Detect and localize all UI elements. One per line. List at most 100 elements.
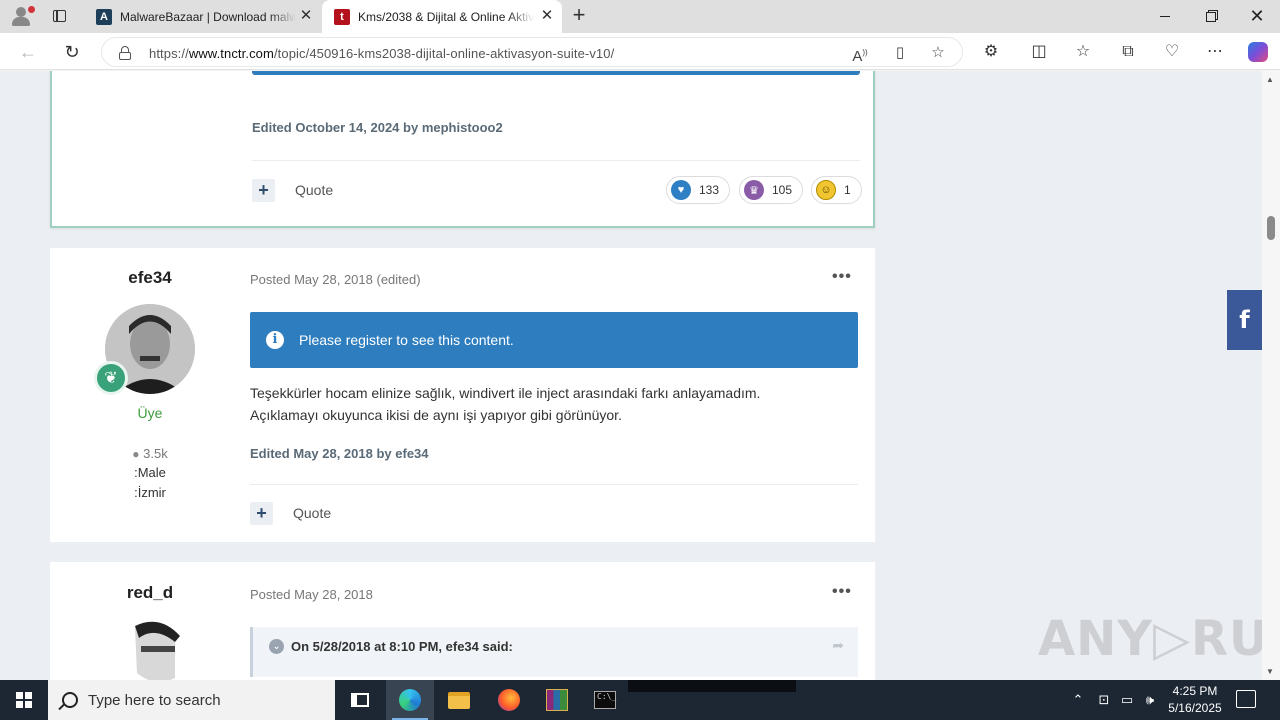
tab-tnctr-active[interactable]: t Kms/2038 & Dijital & Online Aktivasyon… [322, 0, 562, 33]
taskbar-edge[interactable] [386, 680, 434, 720]
taskbar-file-explorer[interactable] [435, 680, 483, 720]
facebook-share-button[interactable]: f [1227, 290, 1262, 350]
tab-actions-icon[interactable] [48, 6, 70, 26]
task-view-icon [351, 693, 369, 707]
avatar-photo [105, 618, 195, 680]
reaction-like[interactable]: ♥ 133 [666, 176, 731, 204]
browser-tab-strip: A MalwareBazaar | Download malware sampl… [0, 0, 1280, 33]
tnctr-favicon-icon: t [334, 8, 350, 25]
taskbar-cmd[interactable]: C:\_ [581, 680, 629, 720]
quote-block: ⌄ On 5/28/2018 at 8:10 PM, efe34 said: ➦ [250, 627, 858, 677]
taskbar-overlay-strip [628, 680, 796, 692]
windows-taskbar: Type here to search C:\_ ⌃ ⊡ ▭ 🕪 4:25 PM… [0, 680, 1280, 720]
immersive-reader-icon[interactable]: ▯ [890, 43, 910, 63]
search-icon [62, 692, 78, 708]
profile-avatar-icon[interactable] [8, 4, 35, 28]
network-icon[interactable]: ▭ [1117, 680, 1137, 720]
member-rank: Üye [137, 405, 163, 421]
network-device-icon[interactable]: ⊡ [1094, 680, 1114, 720]
page-scrollbar[interactable]: ▲ ▼ [1262, 71, 1280, 680]
reaction-count: 105 [772, 183, 793, 197]
url-text[interactable]: https://www.tnctr.com/topic/450916-kms20… [149, 46, 614, 61]
terminal-icon: C:\_ [594, 691, 616, 709]
reaction-trophy[interactable]: ♛ 105 [739, 176, 804, 204]
tab-malwarebazaar[interactable]: A MalwareBazaar | Download malware sampl… [84, 0, 321, 33]
share-arrow-icon[interactable]: ➦ [832, 637, 844, 654]
restore-window-button[interactable] [1188, 0, 1234, 33]
new-tab-plus-icon[interactable]: + [568, 4, 590, 27]
edge-icon [399, 689, 421, 711]
author-name[interactable]: red_d [50, 583, 250, 603]
chevron-down-icon[interactable]: ⌄ [269, 639, 284, 654]
read-aloud-icon[interactable]: A)) [850, 43, 870, 65]
forum-post: red_d Posted May 28, 2018 ••• ⌄ On 5/28/… [50, 562, 875, 680]
register-notice: i Please register to see this content. [250, 312, 858, 368]
scroll-up-arrow-icon[interactable]: ▲ [1266, 75, 1274, 84]
anyrun-watermark: ANY▷RUN [1038, 611, 1262, 667]
show-hidden-icons-chevron-icon[interactable]: ⌃ [1068, 680, 1088, 720]
browser-toolbar: ← ↻ https://www.tnctr.com/topic/450916-k… [0, 33, 1280, 70]
address-bar[interactable]: https://www.tnctr.com/topic/450916-kms20… [101, 37, 963, 67]
page-viewport: Edited October 14, 2024 by mephistooo2 +… [0, 71, 1262, 680]
copilot-icon[interactable] [1248, 42, 1268, 62]
notification-center-icon[interactable] [1236, 690, 1256, 708]
post-count: ● 3.5k [132, 446, 168, 461]
post-body-line: Açıklamayı okuyunca ikisi de aynı işi ya… [250, 407, 622, 423]
close-tab-icon[interactable]: ✕ [540, 8, 554, 23]
reaction-count: 133 [699, 183, 720, 197]
firefox-icon [498, 689, 520, 711]
post-date: Posted May 28, 2018 [250, 587, 373, 602]
taskbar-winrar[interactable] [533, 680, 581, 720]
clock-time: 4:25 PM [1172, 684, 1218, 698]
coin-icon: ☺ [816, 180, 836, 200]
split-screen-icon[interactable]: ◫ [1028, 41, 1050, 63]
browser-essentials-icon[interactable]: ♡ [1161, 41, 1183, 63]
favorite-star-icon[interactable]: ☆ [928, 43, 948, 63]
taskbar-clock[interactable]: 4:25 PM 5/16/2025 [1160, 683, 1230, 717]
post-divider [250, 484, 858, 485]
info-icon: i [266, 331, 284, 349]
multiquote-plus-button[interactable]: + [252, 179, 275, 202]
minimize-window-button[interactable] [1142, 0, 1188, 33]
edited-note: Edited October 14, 2024 by mephistooo2 [252, 120, 503, 135]
post-options-icon[interactable]: ••• [832, 583, 852, 601]
windows-logo-icon [16, 692, 32, 708]
leaf-rank-badge-icon: ❦ [94, 361, 128, 395]
forum-post: Edited October 14, 2024 by mephistooo2 +… [50, 71, 875, 228]
reload-icon[interactable]: ↻ [59, 39, 85, 65]
collections-icon[interactable]: ⧉ [1117, 41, 1139, 63]
back-arrow-icon[interactable]: ← [15, 39, 41, 65]
lock-icon[interactable] [119, 46, 131, 60]
reaction-count: 1 [844, 183, 851, 197]
author-location: :İzmir [134, 485, 166, 500]
post-date: Posted May 28, 2018 (edited) [250, 272, 421, 287]
author-name[interactable]: efe34 [50, 268, 250, 288]
like-heart-icon: ♥ [671, 180, 691, 200]
chat-bubble-icon: ● [132, 447, 140, 461]
taskbar-firefox[interactable] [485, 680, 533, 720]
settings-more-icon[interactable]: ⋯ [1204, 41, 1226, 63]
taskbar-search-box[interactable]: Type here to search [48, 680, 335, 720]
tab-title: Kms/2038 & Dijital & Online Aktivasyon S… [358, 9, 534, 24]
volume-icon[interactable]: 🕪 [1140, 680, 1160, 720]
favorites-icon[interactable]: ☆ [1072, 41, 1094, 63]
scroll-down-arrow-icon[interactable]: ▼ [1266, 667, 1274, 676]
scroll-thumb[interactable] [1267, 216, 1275, 240]
quote-header[interactable]: ⌄ On 5/28/2018 at 8:10 PM, efe34 said: [269, 639, 513, 654]
quote-button[interactable]: Quote [295, 182, 333, 198]
trophy-icon: ♛ [744, 180, 764, 200]
avatar[interactable] [105, 618, 195, 680]
extensions-icon[interactable]: ⚙ [980, 41, 1002, 63]
start-button[interactable] [0, 680, 48, 720]
malwarebazaar-favicon-icon: A [96, 8, 112, 25]
reaction-coin[interactable]: ☺ 1 [811, 176, 862, 204]
task-view-button[interactable] [336, 680, 384, 720]
post-options-icon[interactable]: ••• [832, 268, 852, 286]
quote-button[interactable]: Quote [293, 505, 331, 521]
multiquote-plus-button[interactable]: + [250, 502, 273, 525]
post-divider [252, 160, 860, 161]
post-body-line: Teşekkürler hocam elinize sağlık, windiv… [250, 385, 761, 401]
close-window-button[interactable]: ✕ [1234, 0, 1280, 33]
winrar-icon [546, 689, 568, 711]
close-tab-icon[interactable]: ✕ [299, 8, 313, 23]
